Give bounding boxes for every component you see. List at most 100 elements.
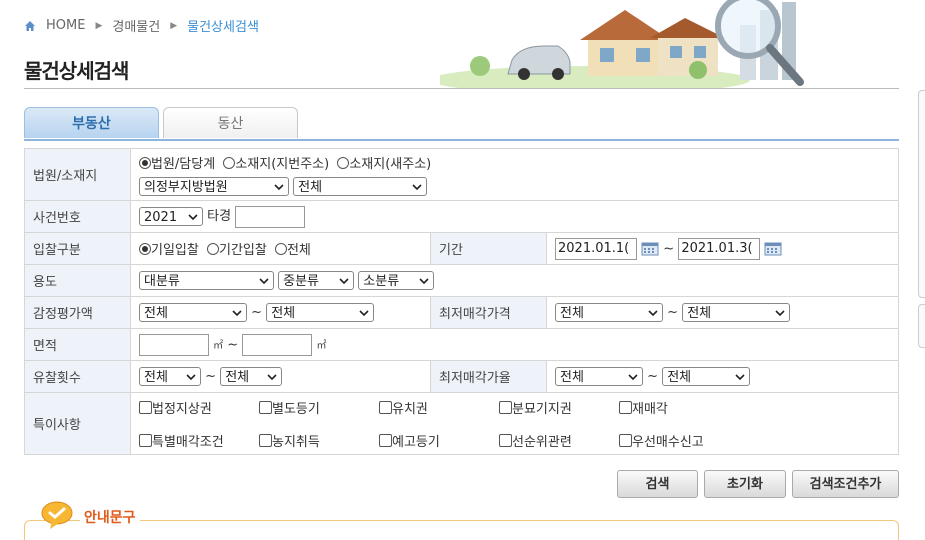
fail-count-label: 유찰횟수 (24, 360, 131, 393)
radio-icon[interactable] (223, 157, 236, 169)
guide-border (24, 520, 899, 540)
appraisal-label: 감정평가액 (24, 296, 131, 329)
bid-type-label: 입찰구분 (24, 232, 131, 265)
guide-box: 안내문구 (24, 500, 899, 540)
checkbox-icon[interactable] (139, 433, 152, 447)
period-label: 기간 (430, 232, 547, 265)
period-from-input[interactable]: 2021.01.1( (555, 237, 637, 260)
area-to-input[interactable] (242, 333, 313, 356)
appraisal-from-select[interactable]: 전체 (139, 303, 247, 322)
side-panel-edge[interactable] (918, 90, 925, 298)
checkbox-icon[interactable] (379, 400, 392, 414)
checkbox-icon[interactable] (379, 433, 392, 447)
court-label: 법원/소재지 (24, 148, 131, 201)
chevron-down-icon (188, 214, 198, 221)
guide-title: 안내문구 (80, 507, 140, 527)
search-form: 법원/소재지 법원/담당계 소재지(지번주소) 소재지(새주소) 의정부지방법원… (24, 148, 899, 455)
chevron-down-icon (412, 184, 422, 191)
chevron-down-icon (648, 310, 658, 317)
checkbox-icon[interactable] (499, 400, 512, 414)
tab-real-estate[interactable]: 부동산 (24, 107, 159, 138)
header-illustration (440, 0, 860, 88)
checkbox-icon[interactable] (259, 433, 272, 447)
calendar-icon[interactable] (641, 242, 659, 256)
special-option[interactable]: 선순위관련 (499, 431, 619, 450)
fail-count-to-select[interactable]: 전체 (220, 367, 283, 386)
breadcrumb-level1[interactable]: 경매물건 (112, 16, 160, 35)
special-label: 특이사항 (24, 392, 131, 455)
chevron-down-icon (735, 374, 745, 381)
checkbox-icon[interactable] (259, 400, 272, 414)
usage-label: 용도 (24, 264, 131, 297)
radio-icon[interactable] (206, 243, 219, 255)
chevron-down-icon (274, 184, 284, 191)
tab-underline (24, 139, 899, 141)
all-bid-radio[interactable]: 전체 (274, 239, 311, 258)
case-type-label: 타경 (207, 209, 232, 225)
court-radio[interactable]: 법원/담당계 (139, 153, 215, 172)
tab-movable-property[interactable]: 동산 (163, 107, 298, 138)
chevron-down-icon (259, 278, 269, 285)
special-option[interactable]: 재매각 (619, 398, 739, 417)
home-icon[interactable] (24, 20, 36, 32)
case-number-input[interactable] (235, 205, 306, 228)
chevron-down-icon (186, 374, 196, 381)
period-to-input[interactable]: 2021.01.3( (678, 237, 761, 260)
search-button[interactable]: 검색 (617, 470, 698, 498)
breadcrumb-current: 물건상세검색 (187, 20, 259, 35)
min-price-label: 최저매각가격 (430, 296, 547, 329)
page-title: 물건상세검색 (24, 59, 129, 83)
period-bid-radio[interactable]: 기간입찰 (206, 239, 267, 258)
side-panel-edge-2[interactable] (918, 304, 925, 348)
radio-icon[interactable] (274, 243, 287, 255)
usage-major-select[interactable]: 대분류 (139, 271, 274, 290)
radio-icon[interactable] (139, 157, 151, 169)
special-option[interactable]: 예고등기 (379, 431, 499, 450)
usage-minor-select[interactable]: 소분류 (358, 271, 435, 290)
special-option[interactable]: 우선매수신고 (619, 431, 739, 450)
case-number-label: 사건번호 (24, 200, 131, 233)
special-option[interactable]: 유치권 (379, 398, 499, 417)
breadcrumb-home[interactable]: HOME (46, 18, 85, 33)
chevron-down-icon (775, 310, 785, 317)
area-from-input[interactable] (139, 333, 209, 356)
min-price-from-select[interactable]: 전체 (555, 303, 663, 322)
checkbox-icon[interactable] (499, 433, 512, 447)
fail-count-from-select[interactable]: 전체 (139, 367, 201, 386)
min-rate-from-select[interactable]: 전체 (555, 367, 643, 386)
area-label: 면적 (24, 328, 131, 361)
case-year-select[interactable]: 2021 (139, 207, 203, 227)
checkbox-icon[interactable] (619, 400, 632, 414)
checkbox-icon[interactable] (619, 433, 632, 447)
chevron-down-icon (232, 310, 242, 317)
chevron-down-icon (339, 278, 349, 285)
road-address-radio[interactable]: 소재지(새주소) (337, 153, 431, 172)
lot-address-radio[interactable]: 소재지(지번주소) (223, 153, 329, 172)
chevron-down-icon (419, 278, 429, 285)
calendar-icon[interactable] (764, 242, 782, 256)
special-option[interactable]: 분묘기지권 (499, 398, 619, 417)
radio-icon[interactable] (337, 157, 350, 169)
special-option[interactable]: 별도등기 (259, 398, 379, 417)
special-option[interactable]: 특별매각조건 (139, 431, 259, 450)
checkbox-icon[interactable] (139, 400, 152, 414)
breadcrumb: HOME ▶ 경매물건 ▶ 물건상세검색 (24, 16, 259, 35)
date-bid-radio[interactable]: 기일입찰 (139, 239, 199, 258)
department-select[interactable]: 전체 (293, 177, 428, 196)
usage-middle-select[interactable]: 중분류 (278, 271, 355, 290)
court-select[interactable]: 의정부지방법원 (139, 177, 289, 196)
min-rate-to-select[interactable]: 전체 (662, 367, 751, 386)
add-condition-button[interactable]: 검색조건추가 (792, 470, 899, 498)
reset-button[interactable]: 초기화 (704, 470, 786, 498)
chevron-right-icon: ▶ (95, 20, 103, 31)
special-option[interactable]: 농지취득 (259, 431, 379, 450)
min-price-to-select[interactable]: 전체 (682, 303, 791, 322)
appraisal-to-select[interactable]: 전체 (266, 303, 375, 322)
radio-icon[interactable] (139, 243, 151, 255)
chevron-down-icon (359, 310, 369, 317)
chevron-right-icon: ▶ (170, 20, 178, 31)
chevron-down-icon (628, 374, 638, 381)
speech-bubble-icon (41, 501, 73, 529)
chevron-down-icon (267, 374, 277, 381)
special-option[interactable]: 법정지상권 (139, 398, 259, 417)
